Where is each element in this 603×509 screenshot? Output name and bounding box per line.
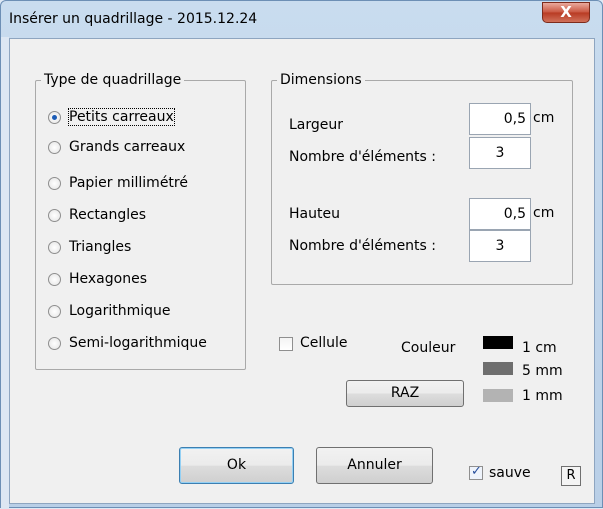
color-swatch-5mm[interactable] [483,362,513,375]
radio-triangles[interactable]: Triangles [48,237,131,257]
r-button[interactable]: R [561,466,581,486]
radio-button-icon[interactable] [48,140,61,154]
radio-label-semi-logarithmique[interactable]: Semi-logarithmique [69,335,207,351]
color-label-5mm: 5 mm [522,363,563,379]
height-count-input[interactable]: 3 [469,230,531,262]
radio-label-hexagones[interactable]: Hexagones [69,271,147,287]
window-title: Insérer un quadrillage - 2015.12.24 [9,11,258,27]
radio-logarithmique[interactable]: Logarithmique [48,301,171,321]
radio-button-icon[interactable] [48,304,61,318]
color-swatch-1mm[interactable] [483,389,513,402]
radio-hexagones[interactable]: Hexagones [48,269,147,289]
radio-button-checked-icon[interactable] [48,110,61,124]
radio-label-petits-carreaux[interactable]: Petits carreaux [68,108,175,126]
width-unit: cm [533,110,555,126]
width-label: Largeur [289,117,344,133]
height-label: Hauteu [289,206,340,222]
color-label-1mm: 1 mm [522,388,563,404]
radio-button-icon[interactable] [48,176,61,190]
radio-button-icon[interactable] [48,272,61,286]
radio-grands-carreaux[interactable]: Grands carreaux [48,137,185,157]
ok-button-label: Ok [226,457,247,473]
height-input[interactable]: 0,5 [469,198,531,230]
radio-rectangles[interactable]: Rectangles [48,205,146,225]
radio-label-papier-millimetre[interactable]: Papier millimétré [69,175,188,191]
radio-petits-carreaux[interactable]: Petits carreaux [48,107,175,127]
close-icon: X [560,3,572,21]
radio-semi-logarithmique[interactable]: Semi-logarithmique [48,333,207,353]
reset-button-label: RAZ [390,385,420,401]
width-input[interactable]: 0,5 [469,103,531,135]
color-label: Couleur [401,340,456,356]
cancel-button-label: Annuler [347,457,402,473]
radio-button-icon[interactable] [48,208,61,222]
cancel-button[interactable]: Annuler [316,447,433,484]
dialog-window: Insérer un quadrillage - 2015.12.24 X Ty… [0,0,603,509]
dimensions-legend: Dimensions [277,71,365,89]
color-label-1cm: 1 cm [522,340,557,356]
save-checkbox[interactable] [469,464,483,480]
reset-button[interactable]: RAZ [346,380,464,407]
dimensions-group: Dimensions Largeur 0,5 cm Nombre d'éléme… [271,71,573,285]
cell-label[interactable]: Cellule [300,335,348,351]
radio-button-icon[interactable] [48,336,61,350]
radio-papier-millimetre[interactable]: Papier millimétré [48,173,188,193]
radio-label-rectangles[interactable]: Rectangles [69,207,146,223]
radio-label-logarithmique[interactable]: Logarithmique [69,303,171,319]
radio-button-icon[interactable] [48,240,61,254]
width-count-label: Nombre d'éléments : [289,149,436,165]
title-bar[interactable]: Insérer un quadrillage - 2015.12.24 X [1,1,602,37]
window-frame-edge [1,37,9,509]
width-count-input[interactable]: 3 [469,137,531,169]
radio-label-grands-carreaux[interactable]: Grands carreaux [69,139,185,155]
close-button[interactable]: X [542,2,590,23]
save-label[interactable]: sauve [489,465,531,481]
height-unit: cm [533,205,555,221]
radio-label-triangles[interactable]: Triangles [69,239,131,255]
color-swatch-1cm[interactable] [483,336,513,349]
ok-button[interactable]: Ok [179,447,294,484]
dialog-body: Type de quadrillage Petits carreaux Gran… [9,38,595,504]
grid-type-legend: Type de quadrillage [41,71,185,89]
height-count-label: Nombre d'éléments : [289,238,436,254]
cell-checkbox[interactable] [279,337,293,351]
grid-type-group: Type de quadrillage Petits carreaux Gran… [35,71,246,370]
